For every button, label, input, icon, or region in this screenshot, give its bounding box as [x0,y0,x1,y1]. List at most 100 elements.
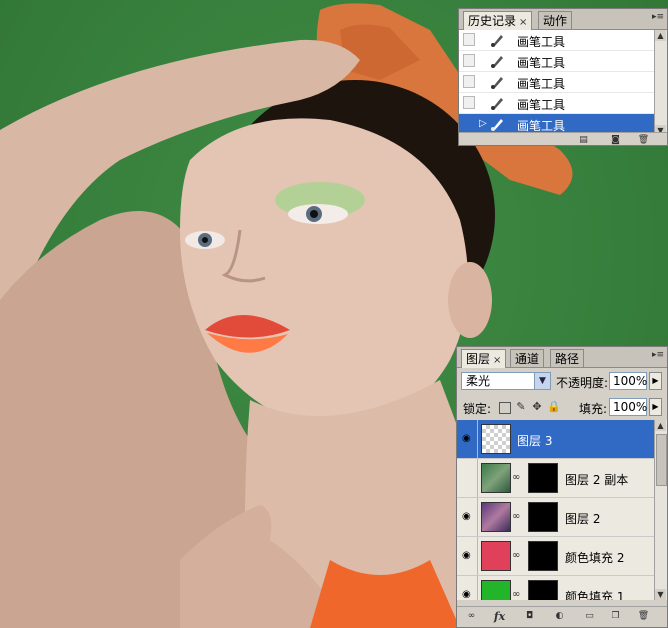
history-snapshot-checkbox[interactable] [463,33,475,46]
layer-name[interactable]: 图层 2 副本 [565,471,628,488]
visibility-toggle[interactable]: ◉ [459,498,478,536]
link-icon[interactable]: ∞ [512,550,520,561]
layer-mask-thumbnail[interactable] [528,502,558,532]
history-item[interactable]: 画笔工具 [459,51,655,72]
visibility-toggle[interactable]: ◉ [459,420,478,458]
panel-menu-icon[interactable]: ▸≡ [652,12,664,22]
new-layer-icon[interactable]: ❐ [609,611,622,622]
tab-actions[interactable]: 动作 [538,11,573,29]
blend-mode-select[interactable]: 柔光 ▼ [461,372,551,390]
brush-icon [491,98,503,110]
layer-row[interactable]: ◉ ∞ 图层 2 [457,498,655,537]
history-snapshot-checkbox[interactable] [463,96,475,109]
link-icon[interactable]: ∞ [512,589,520,600]
history-item[interactable]: 画笔工具 [459,93,655,114]
layer-mask-thumbnail[interactable] [528,463,558,493]
fill-input[interactable]: 100% [609,398,647,416]
layer-thumbnail [481,424,511,454]
opacity-slider-button[interactable]: ▶ [649,372,662,390]
close-icon[interactable]: × [493,355,501,366]
tab-history[interactable]: 历史记录 × [463,11,533,30]
layer-row[interactable]: ◉ ∞ 颜色填充 1 [457,576,655,600]
tab-history-label: 历史记录 [468,14,517,28]
layer-row-selected[interactable]: ◉ 图层 3 [457,420,655,459]
scroll-up-icon[interactable]: ▲ [655,420,666,431]
lock-label: 锁定: [463,402,492,416]
history-snapshot-checkbox[interactable] [463,54,475,67]
fill-label: 填充: [579,402,608,416]
scroll-thumb[interactable] [656,434,667,486]
brush-icon [491,35,503,47]
panel-menu-icon[interactable]: ▸≡ [652,350,664,360]
history-scrollbar[interactable]: ▲ ▼ [654,30,667,136]
history-snapshot-checkbox[interactable] [463,75,475,88]
layers-scrollbar[interactable]: ▲ ▼ [654,420,667,600]
opacity-input[interactable]: 100% [609,372,647,390]
opacity-label: 不透明度: [556,376,609,390]
history-item-label: 画笔工具 [517,35,566,49]
visibility-toggle[interactable]: ◉ [459,576,478,600]
layers-footer: ∞ fx ◘ ◐ ▭ ❐ 🗑 [457,606,667,627]
tab-channels-label: 通道 [515,352,540,366]
layer-name[interactable]: 图层 3 [517,432,552,449]
close-icon[interactable]: × [519,17,527,28]
trash-icon[interactable]: 🗑 [637,611,650,622]
fill-color-thumbnail[interactable] [481,541,511,571]
folder-icon[interactable]: ▭ [583,611,596,622]
scroll-up-icon[interactable]: ▲ [655,30,666,41]
scroll-down-icon[interactable]: ▼ [655,589,666,600]
layers-tab-bar: 图层 × 通道 路径 ▸≡ [457,347,667,368]
link-icon[interactable]: ∞ [512,472,520,483]
eye-icon: ◉ [462,433,471,444]
layers-panel: 图层 × 通道 路径 ▸≡ 柔光 ▼ 不透明度: 100% ▶ 锁定: ✎ ✥ 🔒… [456,346,668,628]
layer-row[interactable]: ◉ ∞ 颜色填充 2 [457,537,655,576]
history-item-label: 画笔工具 [517,56,566,70]
eye-icon: ◉ [462,589,471,600]
fill-color-thumbnail[interactable] [481,580,511,600]
trash-icon[interactable]: 🗑 [637,135,650,146]
history-tab-bar: 历史记录 × 动作 ▸≡ [459,9,667,30]
layer-mask-thumbnail[interactable] [528,580,558,600]
fx-icon[interactable]: fx [493,611,506,622]
mask-icon[interactable]: ◘ [523,611,536,622]
tab-layers[interactable]: 图层 × [461,349,507,368]
layer-thumbnail [481,463,511,493]
visibility-toggle[interactable] [459,459,478,497]
link-icon[interactable]: ∞ [465,611,478,622]
visibility-toggle[interactable]: ◉ [459,537,478,575]
layer-row[interactable]: ∞ 图层 2 副本 [457,459,655,498]
history-item[interactable]: 画笔工具 [459,30,655,51]
layer-thumbnail [481,502,511,532]
history-item[interactable]: 画笔工具 [459,72,655,93]
lock-transparent-icon[interactable] [499,402,511,414]
history-list: 画笔工具 画笔工具 画笔工具 画笔工具 ▷ 画笔工具 [459,30,655,136]
brush-icon [491,77,503,89]
lock-brush-icon[interactable]: ✎ [515,401,527,413]
chevron-down-icon[interactable]: ▼ [534,373,550,389]
layer-name[interactable]: 图层 2 [565,510,600,527]
tab-channels[interactable]: 通道 [510,349,545,367]
history-panel: 历史记录 × 动作 ▸≡ 画笔工具 画笔工具 画笔工具 画笔工具 ▷ 画笔工具 … [458,8,668,146]
fill-slider-button[interactable]: ▶ [649,398,662,416]
opacity-value: 100% [613,374,648,388]
layer-name[interactable]: 颜色填充 2 [565,549,624,566]
layer-mask-thumbnail[interactable] [528,541,558,571]
eye-icon: ◉ [462,550,471,561]
layer-list: ◉ 图层 3 ∞ 图层 2 副本 ◉ ∞ 图层 2 ◉ ∞ 颜色填充 2 ◉ ∞… [457,420,655,600]
lock-all-icon[interactable]: 🔒 [547,401,561,413]
tab-paths-label: 路径 [555,352,580,366]
brush-icon [491,56,503,68]
snapshot-icon[interactable]: ◙ [609,135,622,146]
adjustment-icon[interactable]: ◐ [553,611,566,622]
new-document-icon[interactable]: ▤ [577,135,590,146]
layer-name[interactable]: 颜色填充 1 [565,588,624,600]
lock-move-icon[interactable]: ✥ [531,401,543,413]
eye-icon: ◉ [462,511,471,522]
tab-paths[interactable]: 路径 [550,349,585,367]
link-icon[interactable]: ∞ [512,511,520,522]
brush-icon [491,119,503,131]
blend-mode-value: 柔光 [466,374,491,388]
tab-actions-label: 动作 [543,14,568,28]
history-item-label: 画笔工具 [517,98,566,112]
history-item-label: 画笔工具 [517,77,566,91]
